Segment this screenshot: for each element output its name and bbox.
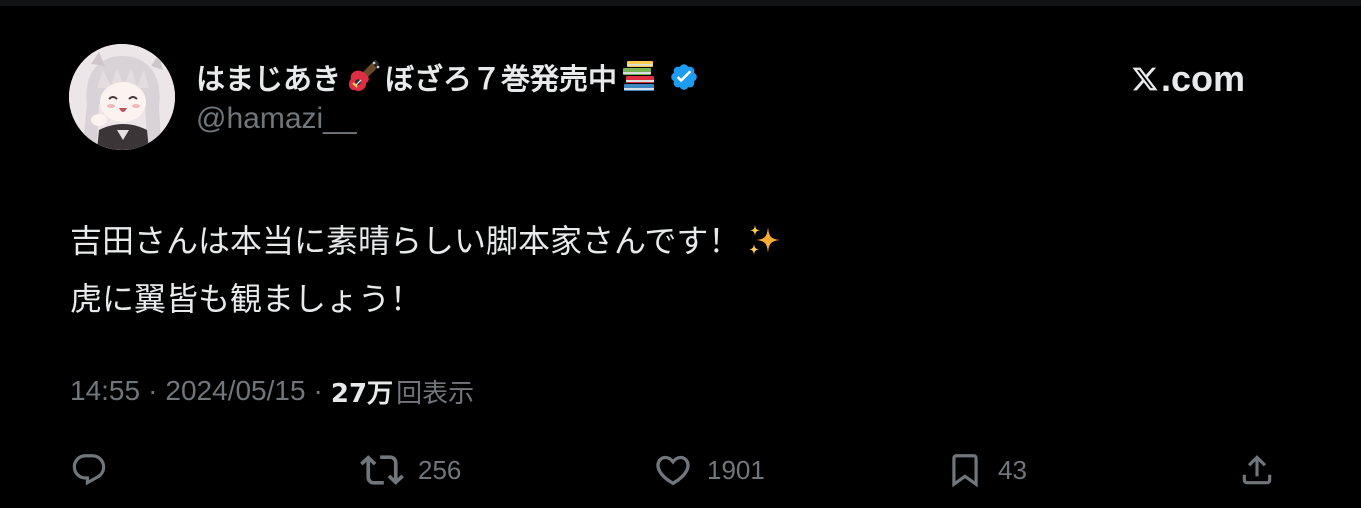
- bookmark-count: 43: [998, 454, 1027, 485]
- site-domain: .com: [1161, 58, 1246, 99]
- author-name-row[interactable]: はまじあき ぼざろ７巻発売中: [196, 55, 699, 99]
- tweet-body-line-2: 虎に翼皆も観ましょう！: [70, 270, 782, 328]
- tweet-card: はまじあき ぼざろ７巻発売中 @hamazi__ .com 吉田さんは本当に素晴…: [0, 0, 1361, 508]
- views-label: 回表示: [396, 378, 475, 409]
- tweet-meta: 14:55 · 2024/05/15 · 27万 回表示: [70, 372, 474, 410]
- guitar-emoji-icon: [345, 59, 381, 95]
- bookmark-icon: [946, 450, 984, 490]
- tweet-body-line-1: 吉田さんは本当に素晴らしい脚本家さんです！: [70, 212, 782, 270]
- retweet-icon: [360, 448, 404, 492]
- avatar[interactable]: [69, 44, 175, 150]
- reply-button[interactable]: [70, 446, 108, 494]
- share-button[interactable]: [1238, 446, 1276, 494]
- meta-separator-2: ·: [313, 375, 323, 406]
- action-bar: 256 1901 43: [0, 446, 1361, 494]
- tweet-body-text-2: 虎に翼皆も観ましょう！: [70, 280, 423, 318]
- tweet-time[interactable]: 14:55: [70, 375, 140, 407]
- books-emoji-icon: [621, 60, 657, 94]
- heart-icon: [653, 450, 693, 490]
- tweet-body-text-1: 吉田さんは本当に素晴らしい脚本家さんです！: [70, 222, 741, 260]
- retweet-count: 256: [418, 454, 462, 485]
- site-logo: .com: [1131, 58, 1245, 100]
- top-divider: [0, 0, 1361, 6]
- views-count[interactable]: 27万: [331, 373, 393, 410]
- verified-badge-icon[interactable]: [669, 62, 699, 92]
- like-button[interactable]: 1901: [653, 446, 765, 494]
- x-logo-icon: [1131, 65, 1159, 93]
- display-name: はまじあき: [196, 62, 342, 96]
- author-handle[interactable]: @hamazi__: [196, 102, 357, 136]
- tweet-body: 吉田さんは本当に素晴らしい脚本家さんです！ 虎に翼皆も観ましょう！: [70, 212, 782, 328]
- display-name-suffix: ぼざろ７巻発売中: [385, 62, 618, 96]
- meta-separator: ·: [148, 375, 158, 406]
- reply-icon: [70, 451, 108, 489]
- retweet-button[interactable]: 256: [360, 446, 461, 494]
- tweet-date[interactable]: 2024/05/15: [165, 375, 305, 407]
- share-icon: [1238, 450, 1276, 490]
- bookmark-button[interactable]: 43: [946, 446, 1027, 494]
- sparkles-emoji-icon: [746, 223, 782, 259]
- like-count: 1901: [707, 454, 765, 485]
